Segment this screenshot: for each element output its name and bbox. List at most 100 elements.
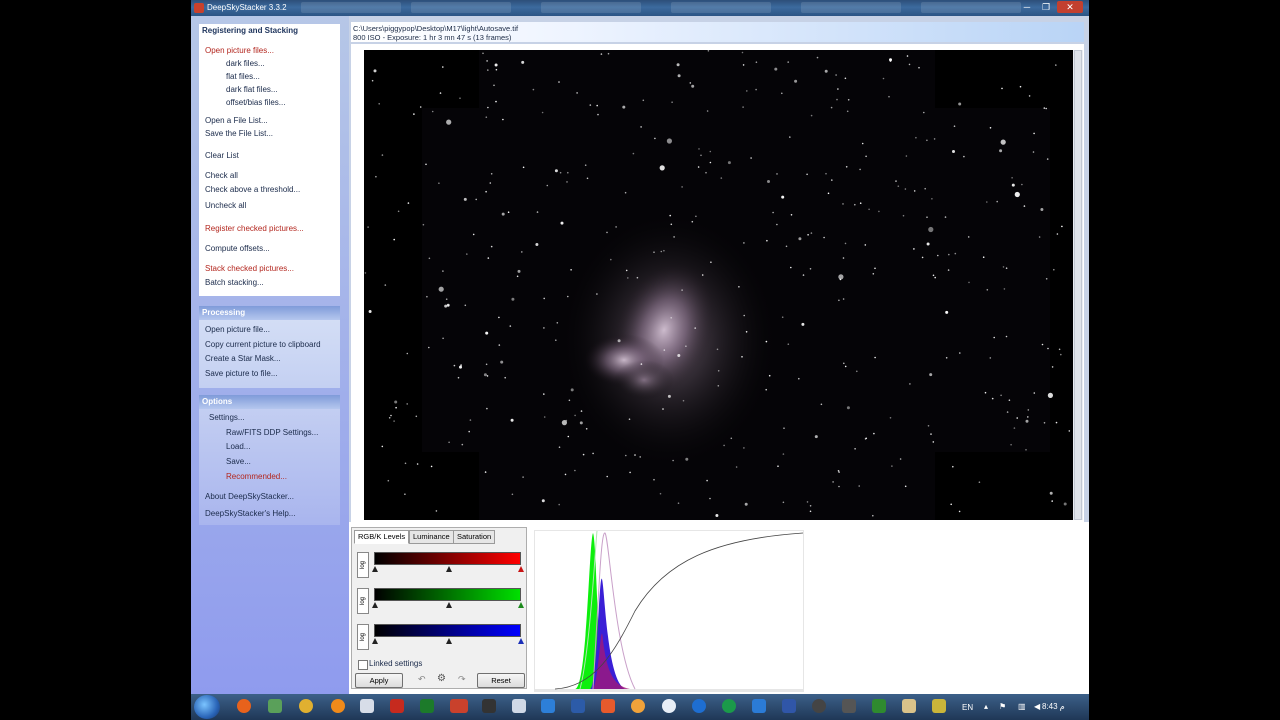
image-viewer[interactable]	[364, 50, 1073, 520]
blue-white-point[interactable]	[518, 638, 524, 644]
document-icon[interactable]	[360, 699, 374, 713]
red-mid-point[interactable]	[446, 566, 452, 572]
flag-icon[interactable]: ⚑	[999, 702, 1006, 711]
red-log-toggle[interactable]: log	[357, 552, 369, 578]
word-icon[interactable]	[571, 699, 585, 713]
taskbar: EN ▴ ⚑ ▥ ◀ 8:43 م	[191, 694, 1089, 720]
save-file-list-link[interactable]: Save the File List...	[205, 129, 273, 138]
globe-icon[interactable]	[692, 699, 706, 713]
save-picture-link[interactable]: Save picture to file...	[205, 369, 277, 378]
uncheck-all-link[interactable]: Uncheck all	[205, 201, 246, 210]
dark-files-link[interactable]: dark files...	[226, 59, 265, 68]
raw-fits-settings-link[interactable]: Raw/FITS DDP Settings...	[226, 428, 318, 437]
green-level-slider[interactable]	[374, 588, 521, 601]
pdf-icon[interactable]	[390, 699, 404, 713]
deepskystacker-task-icon[interactable]	[450, 699, 468, 713]
linked-settings-checkbox[interactable]	[358, 660, 368, 670]
undo-icon[interactable]: ↶	[418, 674, 426, 685]
firefox-icon[interactable]	[237, 699, 251, 713]
stack-checked-link[interactable]: Stack checked pictures...	[205, 264, 294, 273]
check-all-link[interactable]: Check all	[205, 171, 238, 180]
security-icon[interactable]	[541, 699, 555, 713]
tool-icon[interactable]	[601, 699, 615, 713]
maximize-button[interactable]: ❐	[1037, 1, 1055, 13]
settings-link[interactable]: Settings...	[209, 413, 245, 422]
load-settings-link[interactable]: Load...	[226, 442, 250, 451]
save-settings-link[interactable]: Save...	[226, 457, 251, 466]
minimize-button[interactable]: ─	[1018, 1, 1036, 13]
open-picture-files-link[interactable]: Open picture files...	[205, 46, 274, 55]
group-title-registering: Registering and Stacking	[199, 24, 340, 38]
blue-app-icon[interactable]	[752, 699, 766, 713]
scroll-thumb[interactable]	[1074, 50, 1082, 520]
chat-icon[interactable]	[662, 699, 676, 713]
language-indicator[interactable]: EN	[962, 703, 973, 712]
blue-level-slider[interactable]	[374, 624, 521, 637]
tab-luminance[interactable]: Luminance	[409, 530, 454, 544]
histogram-graph	[535, 530, 804, 691]
blue-black-point[interactable]	[372, 638, 378, 644]
app-launcher-icon[interactable]	[268, 699, 282, 713]
green-mid-point[interactable]	[446, 602, 452, 608]
recommended-link[interactable]: Recommended...	[226, 472, 287, 481]
tools-icon[interactable]	[842, 699, 856, 713]
flat-files-link[interactable]: flat files...	[226, 72, 260, 81]
compute-offsets-link[interactable]: Compute offsets...	[205, 244, 270, 253]
group-processing: Processing Open picture file... Copy cur…	[199, 306, 340, 388]
settings-wheel-icon[interactable]: ⚙	[437, 673, 446, 684]
file-app-icon[interactable]	[782, 699, 796, 713]
tab-saturation[interactable]: Saturation	[453, 530, 496, 544]
clear-list-link[interactable]: Clear List	[205, 151, 239, 160]
utorrent-icon[interactable]	[722, 699, 736, 713]
window-title: DeepSkyStacker 3.3.2	[207, 3, 287, 12]
folder-icon[interactable]	[902, 699, 916, 713]
blue-log-toggle[interactable]: log	[357, 624, 369, 650]
star-app-icon[interactable]	[482, 699, 496, 713]
green-app-icon[interactable]	[420, 699, 434, 713]
green-white-point[interactable]	[518, 602, 524, 608]
volume-icon[interactable]: ◀	[1034, 702, 1040, 711]
app-icon	[194, 3, 204, 13]
register-checked-link[interactable]: Register checked pictures...	[205, 224, 304, 233]
camera-icon[interactable]	[812, 699, 826, 713]
title-bar[interactable]: DeepSkyStacker 3.3.2 ─ ❐ ✕	[191, 0, 1089, 16]
help-link[interactable]: DeepSkyStacker's Help...	[205, 509, 295, 518]
open-picture-file-link[interactable]: Open picture file...	[205, 325, 270, 334]
utility-icon[interactable]	[512, 699, 526, 713]
astro-image	[364, 50, 1073, 520]
image-details: 800 ISO - Exposure: 1 hr 3 mn 47 s (13 f…	[353, 33, 512, 42]
offset-bias-files-link[interactable]: offset/bias files...	[226, 98, 285, 107]
green-black-point[interactable]	[372, 602, 378, 608]
blue-mid-point[interactable]	[446, 638, 452, 644]
close-button[interactable]: ✕	[1057, 1, 1083, 13]
red-level-slider[interactable]	[374, 552, 521, 565]
terminal-icon[interactable]	[872, 699, 886, 713]
start-button[interactable]	[194, 695, 220, 719]
green-log-toggle[interactable]: log	[357, 588, 369, 614]
media-icon[interactable]	[299, 699, 313, 713]
vlc-icon[interactable]	[331, 699, 345, 713]
clock[interactable]: 8:43 م	[1042, 702, 1065, 711]
create-star-mask-link[interactable]: Create a Star Mask...	[205, 354, 281, 363]
red-white-point[interactable]	[518, 566, 524, 572]
red-black-point[interactable]	[372, 566, 378, 572]
tray-arrow-icon[interactable]: ▴	[984, 702, 988, 711]
dark-flat-files-link[interactable]: dark flat files...	[226, 85, 278, 94]
tab-rgb-levels[interactable]: RGB/K Levels	[354, 530, 410, 544]
script-icon[interactable]	[932, 699, 946, 713]
vertical-scrollbar[interactable]	[1073, 50, 1083, 520]
group-options: Options Settings... Raw/FITS DDP Setting…	[199, 395, 340, 525]
copy-to-clipboard-link[interactable]: Copy current picture to clipboard	[205, 340, 321, 349]
open-file-list-link[interactable]: Open a File List...	[205, 116, 268, 125]
orange-app-icon[interactable]	[631, 699, 645, 713]
batch-stacking-link[interactable]: Batch stacking...	[205, 278, 264, 287]
about-link[interactable]: About DeepSkyStacker...	[205, 492, 294, 501]
app-window: DeepSkyStacker 3.3.2 ─ ❐ ✕ Registering a…	[191, 0, 1089, 720]
group-title-options: Options	[199, 395, 340, 409]
histogram	[534, 530, 804, 692]
apply-button[interactable]: Apply	[355, 673, 403, 688]
check-above-threshold-link[interactable]: Check above a threshold...	[205, 185, 300, 194]
network-icon[interactable]: ▥	[1018, 702, 1026, 711]
redo-icon[interactable]: ↷	[458, 674, 466, 685]
reset-button[interactable]: Reset	[477, 673, 525, 688]
